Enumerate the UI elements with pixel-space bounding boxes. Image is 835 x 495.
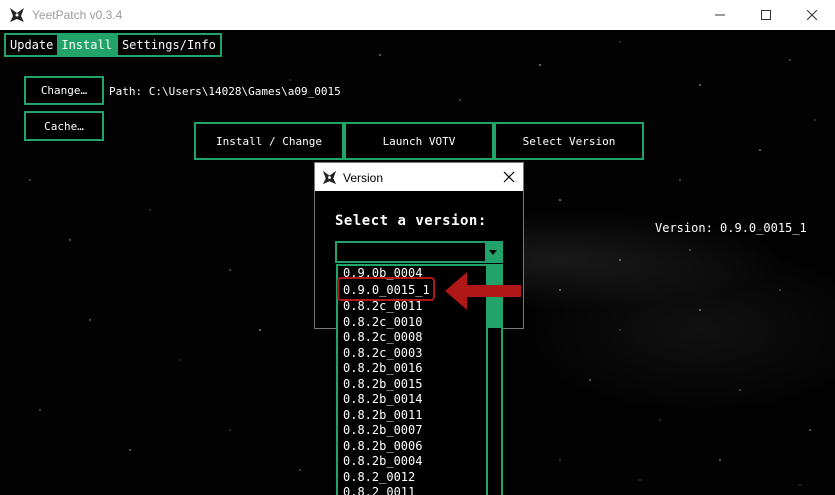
dialog-close-icon[interactable]: [501, 169, 517, 185]
tab-settings-info[interactable]: Settings/Info: [115, 35, 220, 55]
install-change-button[interactable]: Install / Change: [194, 122, 344, 160]
version-option[interactable]: 0.8.2b_0004: [343, 454, 422, 470]
select-version-prompt: Select a version:: [335, 213, 487, 229]
version-option[interactable]: 0.8.2b_0011: [343, 408, 422, 424]
dialog-title: Version: [343, 171, 384, 185]
install-change-label: Install / Change: [216, 134, 322, 148]
version-option[interactable]: 0.8.2c_0010: [343, 315, 422, 331]
cache-label: Cache…: [44, 119, 84, 133]
version-option[interactable]: 0.8.2b_0016: [343, 361, 422, 377]
version-option[interactable]: 0.8.2_0012: [343, 470, 415, 486]
launch-votv-label: Launch VOTV: [382, 134, 456, 148]
version-option[interactable]: 0.8.2_0011: [343, 485, 415, 495]
version-option[interactable]: 0.8.2b_0006: [343, 439, 422, 455]
version-option[interactable]: 0.8.2c_0011: [343, 299, 422, 315]
close-button[interactable]: [789, 0, 835, 30]
highlight-box: [337, 277, 435, 301]
chevron-down-icon: [489, 249, 497, 255]
dialog-titlebar: Version: [315, 163, 523, 191]
change-path-label: Change…: [40, 84, 88, 97]
version-option[interactable]: 0.8.2b_0014: [343, 392, 422, 408]
version-option[interactable]: 0.8.2b_0007: [343, 423, 422, 439]
minimize-icon: [715, 14, 725, 16]
tab-install[interactable]: Install: [57, 35, 116, 55]
maximize-icon: [761, 10, 771, 20]
version-option[interactable]: 0.8.2b_0015: [343, 377, 422, 393]
annotation-arrow-icon: [445, 272, 521, 310]
close-icon: [807, 10, 817, 20]
select-version-label: Select Version: [522, 134, 616, 148]
maximize-button[interactable]: [743, 0, 789, 30]
minimize-button[interactable]: [697, 0, 743, 30]
install-path-text: Path: C:\Users\14028\Games\a09_0015: [109, 85, 341, 98]
current-version-text: Version: 0.9.0_0015_1: [655, 221, 807, 235]
combobox-dropdown-button[interactable]: [485, 243, 501, 261]
launch-votv-button[interactable]: Launch VOTV: [344, 122, 494, 160]
tab-bar: Update Install Settings/Info: [4, 33, 222, 57]
tab-update[interactable]: Update: [6, 35, 57, 55]
change-path-button[interactable]: Change…: [24, 76, 104, 105]
select-version-button[interactable]: Select Version: [494, 122, 644, 160]
window-title: YeetPatch v0.3.4: [32, 8, 123, 22]
version-option[interactable]: 0.8.2c_0003: [343, 346, 422, 362]
window-titlebar: YeetPatch v0.3.4: [0, 0, 835, 30]
version-option[interactable]: 0.8.2c_0008: [343, 330, 422, 346]
version-combobox[interactable]: [335, 241, 503, 263]
app-fox-icon: [322, 170, 337, 185]
cache-button[interactable]: Cache…: [24, 111, 104, 141]
app-fox-icon: [10, 8, 24, 22]
